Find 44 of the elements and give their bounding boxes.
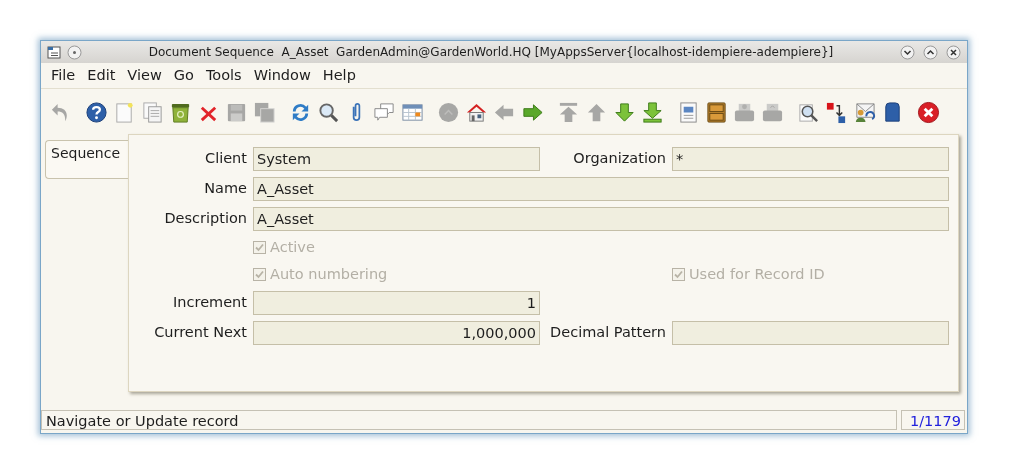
input-field[interactable]: * bbox=[672, 147, 949, 171]
arrow-bottom-icon[interactable] bbox=[641, 100, 664, 124]
field-label: Decimal Pattern bbox=[549, 323, 666, 343]
input-field[interactable]: System bbox=[253, 147, 540, 171]
document-icon[interactable] bbox=[677, 100, 700, 124]
checkbox-label: Auto numbering bbox=[270, 264, 388, 284]
menu-item[interactable]: Help bbox=[318, 64, 364, 87]
field-label: Client bbox=[204, 149, 247, 169]
checkbox-label: Used for Record ID bbox=[689, 264, 825, 284]
field-label: Description bbox=[163, 209, 247, 229]
checkbox-label: Active bbox=[270, 237, 315, 257]
search-icon[interactable] bbox=[317, 100, 340, 124]
field-label: Increment bbox=[172, 293, 247, 313]
menu-item[interactable]: File bbox=[47, 64, 84, 87]
drawer-icon[interactable] bbox=[705, 100, 728, 124]
minimize-icon[interactable] bbox=[900, 44, 915, 60]
squares-icon[interactable] bbox=[825, 100, 848, 124]
field-label: Name bbox=[203, 179, 247, 199]
exit-icon[interactable] bbox=[917, 100, 940, 124]
help-icon[interactable] bbox=[85, 100, 108, 124]
arrow-down-icon[interactable] bbox=[613, 100, 636, 124]
close-icon[interactable] bbox=[946, 44, 961, 60]
input-field[interactable]: 1,000,000 bbox=[253, 321, 540, 345]
menu-item[interactable]: View bbox=[123, 64, 170, 87]
menu-item[interactable]: Edit bbox=[83, 64, 124, 87]
pin-icon[interactable] bbox=[67, 44, 82, 60]
field-label: Current Next bbox=[153, 323, 247, 343]
status-message: Navigate or Update record bbox=[41, 410, 897, 430]
envelope-icon[interactable] bbox=[853, 100, 876, 124]
maximize-icon[interactable] bbox=[923, 44, 938, 60]
input-field[interactable]: A_Asset bbox=[253, 207, 949, 231]
tab[interactable]: Sequence bbox=[45, 140, 128, 179]
input-field[interactable]: 1 bbox=[253, 291, 540, 315]
input-field[interactable] bbox=[672, 321, 949, 345]
window-title: Document Sequence A_Asset GardenAdmin@GardenWorld.HQ [MyAppsServer{localhost-idempiere-adempiere}] bbox=[147, 44, 835, 61]
copy-icon[interactable] bbox=[141, 100, 164, 124]
menu-item[interactable]: Tools bbox=[201, 64, 250, 87]
chat-icon[interactable] bbox=[373, 100, 396, 124]
window-menu-icon[interactable] bbox=[47, 45, 61, 59]
field-label: Organization bbox=[572, 149, 666, 169]
record-count: 1/1179 bbox=[901, 410, 965, 430]
menu-item[interactable]: Go bbox=[169, 64, 202, 87]
input-field[interactable]: A_Asset bbox=[253, 177, 949, 201]
menu-item[interactable]: Window bbox=[249, 64, 319, 87]
